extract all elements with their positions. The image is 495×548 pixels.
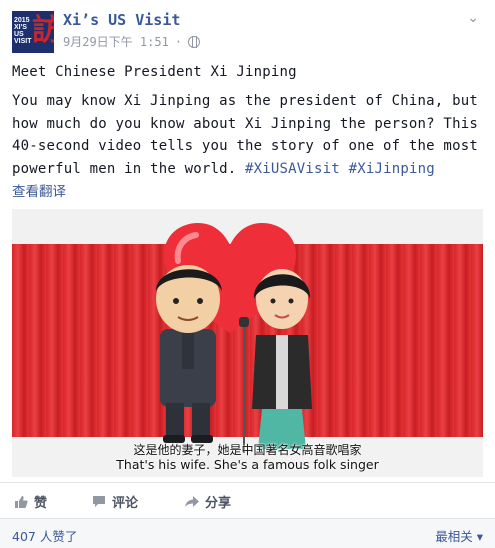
comment-label: 评论 [112,496,139,511]
globe-icon[interactable] [188,35,201,48]
cartoon-man-illustration [156,265,222,443]
post-body: You may know Xi Jinping as the president… [12,90,482,180]
like-button[interactable]: 赞 [14,492,47,511]
see-translation-link[interactable]: 查看翻译 [12,180,66,200]
like-label: 赞 [34,496,48,511]
page-name-link[interactable]: Xi’s US Visit [63,11,180,29]
likes-count-link[interactable]: 407 人赞了 [12,526,77,545]
comment-icon [93,496,105,507]
sort-dropdown[interactable]: 最相关 ▾ [435,526,483,545]
caret-down-icon: ▾ [476,529,483,544]
thumbs-up-icon [15,495,28,508]
share-label: 分享 [205,496,232,511]
hashtag-link[interactable]: #XiUSAVisit [245,161,340,177]
post-card: 2015 XI'S US VISIT 訪 Xi’s US Visit 9月29日… [0,0,495,548]
sort-label: 最相关 [435,529,473,544]
comment-button[interactable]: 评论 [92,492,138,511]
hashtag-link[interactable]: #XiJinping [349,161,435,177]
page-avatar[interactable]: 2015 XI'S US VISIT 訪 [12,11,54,53]
share-arrow-icon [185,495,199,507]
video-subtitles: 这是他的妻子，她是中国著名女高音歌唱家 That's his wife. She… [12,443,483,473]
video-player[interactable]: 这是他的妻子，她是中国著名女高音歌唱家 That's his wife. She… [12,209,483,477]
subtitle-english: That's his wife. She's a famous folk sin… [116,457,379,472]
post-timestamp[interactable]: 9月29日下午 1:51 [63,33,169,50]
meta-separator: · [174,34,183,49]
reactions-bar: 407 人赞了 最相关 ▾ [0,518,495,548]
action-bar: 赞 评论 分享 [0,482,495,519]
subtitle-chinese: 这是他的妻子，她是中国著名女高音歌唱家 [133,443,362,457]
share-button[interactable]: 分享 [185,492,231,511]
post-headline: Meet Chinese President Xi Jinping [12,64,297,80]
cartoon-woman-illustration [252,269,312,449]
chevron-down-icon[interactable]: ⌄ [467,10,479,26]
post-meta: 9月29日下午 1:51 · [63,33,201,50]
avatar-logo-mark: 訪 [32,13,54,48]
